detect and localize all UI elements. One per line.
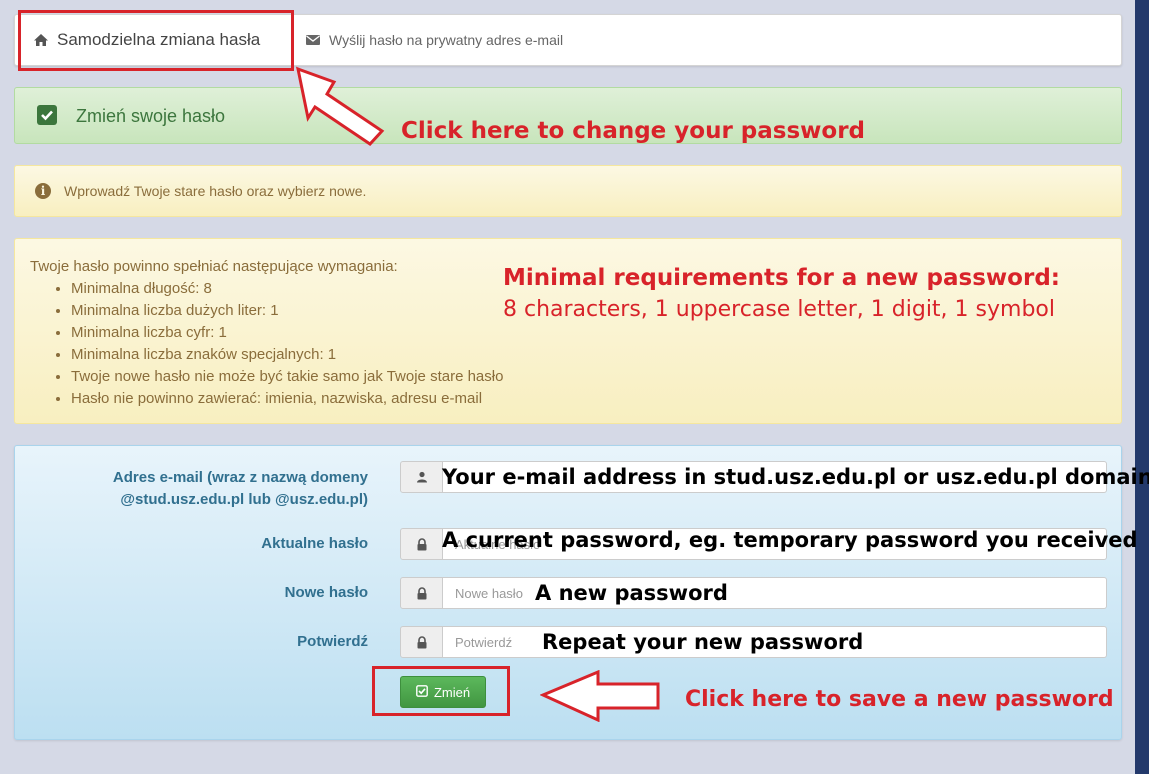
page-right-edge	[1135, 0, 1149, 774]
email-input-group	[400, 461, 1107, 493]
requirement-item: Twoje nowe hasło nie może być takie samo…	[71, 366, 503, 388]
tab-send-password-email[interactable]: Wyślij hasło na prywatny adres e-mail	[305, 15, 563, 65]
requirements-annotation-title: Minimal requirements for a new password:	[503, 265, 1060, 291]
confirm-password-group	[400, 626, 1107, 658]
arrow-icon	[295, 66, 385, 146]
new-password-field[interactable]	[443, 577, 1107, 609]
new-password-group	[400, 577, 1107, 609]
panel-title: Zmień swoje hasło	[76, 106, 226, 126]
current-password-label: Aktualne hasło	[261, 535, 368, 552]
email-label-line1: Adres e-mail (wraz z nazwą domeny	[112, 469, 368, 486]
new-password-label: Nowe hasło	[284, 584, 368, 601]
current-password-group	[400, 528, 1107, 560]
email-label: Adres e-mail (wraz z nazwą domeny @stud.…	[113, 467, 368, 511]
requirement-item: Minimalna długość: 8	[71, 278, 503, 300]
lock-icon	[400, 577, 443, 609]
requirements-annotation-detail: 8 characters, 1 uppercase letter, 1 digi…	[503, 297, 1055, 322]
requirements-list: Minimalna długość: 8 Minimalna liczba du…	[47, 278, 503, 410]
requirement-item: Minimalna liczba znaków specjalnych: 1	[71, 344, 503, 366]
info-icon: i	[35, 183, 51, 199]
info-alert: i Wprowadź Twoje stare hasło oraz wybier…	[14, 165, 1122, 217]
checkbox-icon	[37, 105, 57, 125]
change-password-annotation: Click here to change your password	[401, 118, 866, 144]
envelope-icon	[305, 32, 321, 48]
save-button-highlight-box	[372, 666, 510, 716]
lock-icon	[400, 528, 443, 560]
arrow-icon	[540, 670, 660, 722]
user-icon	[400, 461, 443, 493]
requirement-item: Minimalna liczba dużych liter: 1	[71, 300, 503, 322]
current-password-field[interactable]	[443, 528, 1107, 560]
email-field[interactable]	[443, 461, 1107, 493]
tab-label: Wyślij hasło na prywatny adres e-mail	[329, 32, 564, 48]
requirement-item: Minimalna liczba cyfr: 1	[71, 322, 503, 344]
tab-highlight-box	[18, 10, 294, 71]
email-label-line2: @stud.usz.edu.pl lub @usz.edu.pl)	[120, 491, 368, 508]
confirm-password-label: Potwierdź	[297, 633, 368, 650]
save-password-annotation: Click here to save a new password	[685, 687, 1114, 712]
lock-icon	[400, 626, 443, 658]
password-requirements-alert: Twoje hasło powinno spełniać następujące…	[14, 238, 1122, 424]
requirement-item: Hasło nie powinno zawierać: imienia, naz…	[71, 388, 503, 410]
requirements-title: Twoje hasło powinno spełniać następujące…	[30, 258, 398, 275]
info-text: Wprowadź Twoje stare hasło oraz wybierz …	[64, 183, 367, 199]
confirm-password-field[interactable]	[443, 626, 1107, 658]
